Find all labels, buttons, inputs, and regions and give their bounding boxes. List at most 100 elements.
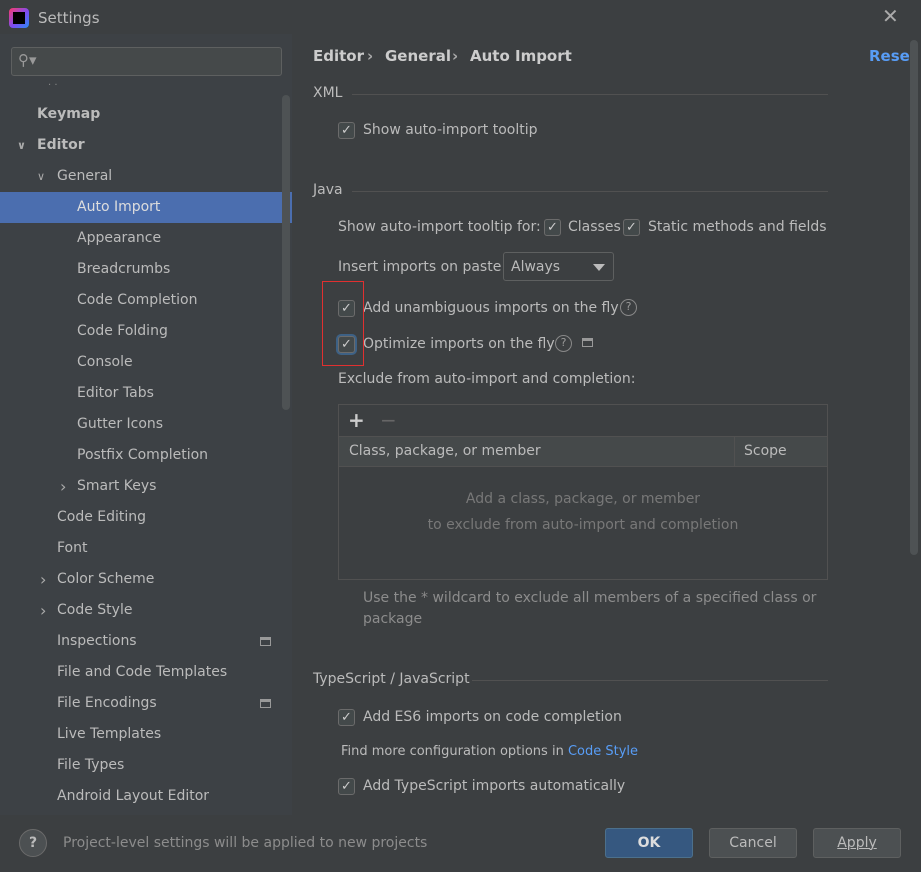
classes-label: Classes (568, 219, 621, 235)
tree-item-code-folding[interactable]: Code Folding (0, 316, 292, 347)
divider (352, 191, 828, 192)
chevron-right-icon[interactable]: › (40, 564, 46, 595)
chevron-down-icon[interactable]: ∨ (17, 130, 26, 161)
column-divider (734, 437, 735, 467)
wildcard-hint-2: package (363, 611, 423, 627)
apply-button[interactable]: Apply (813, 828, 901, 858)
unambiguous-label: Add unambiguous imports on the fly (363, 300, 619, 316)
ts-auto-label: Add TypeScript imports automatically (363, 778, 626, 794)
content-scrollbar[interactable] (910, 40, 918, 555)
tree-item-editor-tabs[interactable]: Editor Tabs (0, 378, 292, 409)
sidebar-scrollbar[interactable] (282, 95, 290, 410)
tree-item-label: Gutter Icons (77, 416, 164, 432)
remove-button[interactable]: − (380, 408, 397, 432)
close-icon[interactable]: ✕ (882, 4, 899, 28)
insert-imports-dropdown[interactable]: Always (503, 252, 614, 281)
tree-item-label: File Types (57, 757, 125, 773)
section-typescript: TypeScript / JavaScript (313, 671, 470, 687)
static-label: Static methods and fields (648, 219, 827, 235)
breadcrumb-auto-import: Auto Import (470, 47, 572, 65)
scroll-ellipsis: · · (48, 80, 58, 91)
tree-item-gutter-icons[interactable]: Gutter Icons (0, 409, 292, 440)
tree-item-label: Code Folding (77, 323, 168, 339)
optimize-label: Optimize imports on the fly (363, 336, 555, 352)
tree-item-label: Postfix Completion (77, 447, 209, 463)
tree-item-keymap[interactable]: Keymap (0, 99, 292, 130)
table-toolbar: + − (339, 405, 827, 437)
classes-checkbox[interactable]: ✓ (544, 219, 561, 236)
ts-auto-checkbox[interactable]: ✓ (338, 778, 355, 795)
tree-item-android-layout-editor[interactable]: Android Layout Editor (0, 781, 292, 812)
highlight-box (322, 281, 364, 366)
help-button[interactable]: ? (19, 829, 47, 857)
chevron-down-icon[interactable]: ∨ (37, 161, 45, 192)
tree-item-label: Appearance (77, 230, 162, 246)
column-header-scope[interactable]: Scope (744, 443, 787, 459)
intellij-logo (9, 8, 29, 28)
more-options-text: Find more configuration options in Code … (341, 744, 638, 759)
breadcrumb-editor[interactable]: Editor (313, 47, 364, 65)
tree-item-font[interactable]: Font (0, 533, 292, 564)
add-button[interactable]: + (348, 408, 365, 432)
tree-item-breadcrumbs[interactable]: Breadcrumbs (0, 254, 292, 285)
tree-item-label: Keymap (37, 106, 101, 122)
tree-item-editor[interactable]: ∨ Editor (0, 130, 292, 161)
tree-item-label: Console (77, 354, 133, 370)
tree-item-console[interactable]: Console (0, 347, 292, 378)
tree-item-appearance[interactable]: Appearance (0, 223, 292, 254)
breadcrumb-general[interactable]: General (385, 47, 451, 65)
tree-item-label: File Encodings (57, 695, 157, 711)
tree-item-code-editing[interactable]: Code Editing (0, 502, 292, 533)
divider (352, 94, 828, 95)
tree-item-label: Smart Keys (77, 478, 157, 494)
tree-item-code-style[interactable]: › Code Style (0, 595, 292, 626)
tree-item-smart-keys[interactable]: › Smart Keys (0, 471, 292, 502)
tree-item-color-scheme[interactable]: › Color Scheme (0, 564, 292, 595)
help-icon[interactable]: ? (620, 299, 637, 316)
es6-checkbox[interactable]: ✓ (338, 709, 355, 726)
tree-item-label: Breadcrumbs (77, 261, 171, 277)
window-title: Settings (38, 9, 100, 27)
tree-item-label: Code Editing (57, 509, 147, 525)
tree-item-auto-import[interactable]: Auto Import (0, 192, 292, 223)
tree-item-label: Font (57, 540, 88, 556)
more-options-label: Find more configuration options in (341, 744, 564, 759)
tree-item-code-completion[interactable]: Code Completion (0, 285, 292, 316)
tree-item-inspections[interactable]: Inspections (0, 626, 292, 657)
static-checkbox[interactable]: ✓ (623, 219, 640, 236)
search-input[interactable]: ⚲▾ (11, 47, 282, 76)
ok-button[interactable]: OK (605, 828, 693, 858)
footer-note: Project-level settings will be applied t… (63, 835, 428, 851)
tree-item-label: Live Templates (57, 726, 162, 742)
tree-item-general[interactable]: ∨ General (0, 161, 292, 192)
code-style-link[interactable]: Code Style (568, 744, 638, 759)
tree-item-postfix-completion[interactable]: Postfix Completion (0, 440, 292, 471)
section-java: Java (313, 182, 343, 198)
column-header-class[interactable]: Class, package, or member (349, 443, 541, 459)
tooltip-for-label: Show auto-import tooltip for: (338, 219, 541, 235)
project-scope-icon (582, 338, 593, 347)
empty-text: to exclude from auto-import and completi… (427, 517, 739, 533)
insert-imports-label: Insert imports on paste: (338, 259, 507, 275)
tree-item-label: Editor (37, 137, 85, 153)
breadcrumb-sep: › (367, 47, 374, 65)
tree-item-label: Inspections (57, 633, 137, 649)
exclude-table: + − Class, package, or member Scope Add … (338, 404, 828, 580)
chevron-right-icon[interactable]: › (60, 471, 66, 502)
cancel-button[interactable]: Cancel (709, 828, 797, 858)
tree-item-live-templates[interactable]: Live Templates (0, 719, 292, 750)
xml-tooltip-checkbox[interactable]: ✓ (338, 122, 355, 139)
help-icon[interactable]: ? (555, 335, 572, 352)
project-scope-icon (260, 637, 271, 646)
tree-item-file-and-code-templates[interactable]: File and Code Templates (0, 657, 292, 688)
tree-item-label: Editor Tabs (77, 385, 154, 401)
dropdown-value: Always (511, 259, 561, 275)
chevron-right-icon[interactable]: › (40, 595, 46, 626)
tree-item-file-encodings[interactable]: File Encodings (0, 688, 292, 719)
tree-item-label: Code Style (57, 602, 133, 618)
divider (472, 680, 828, 681)
chevron-down-icon (593, 264, 605, 271)
exclude-label: Exclude from auto-import and completion: (338, 371, 636, 387)
es6-label: Add ES6 imports on code completion (363, 709, 622, 725)
tree-item-file-types[interactable]: File Types (0, 750, 292, 781)
